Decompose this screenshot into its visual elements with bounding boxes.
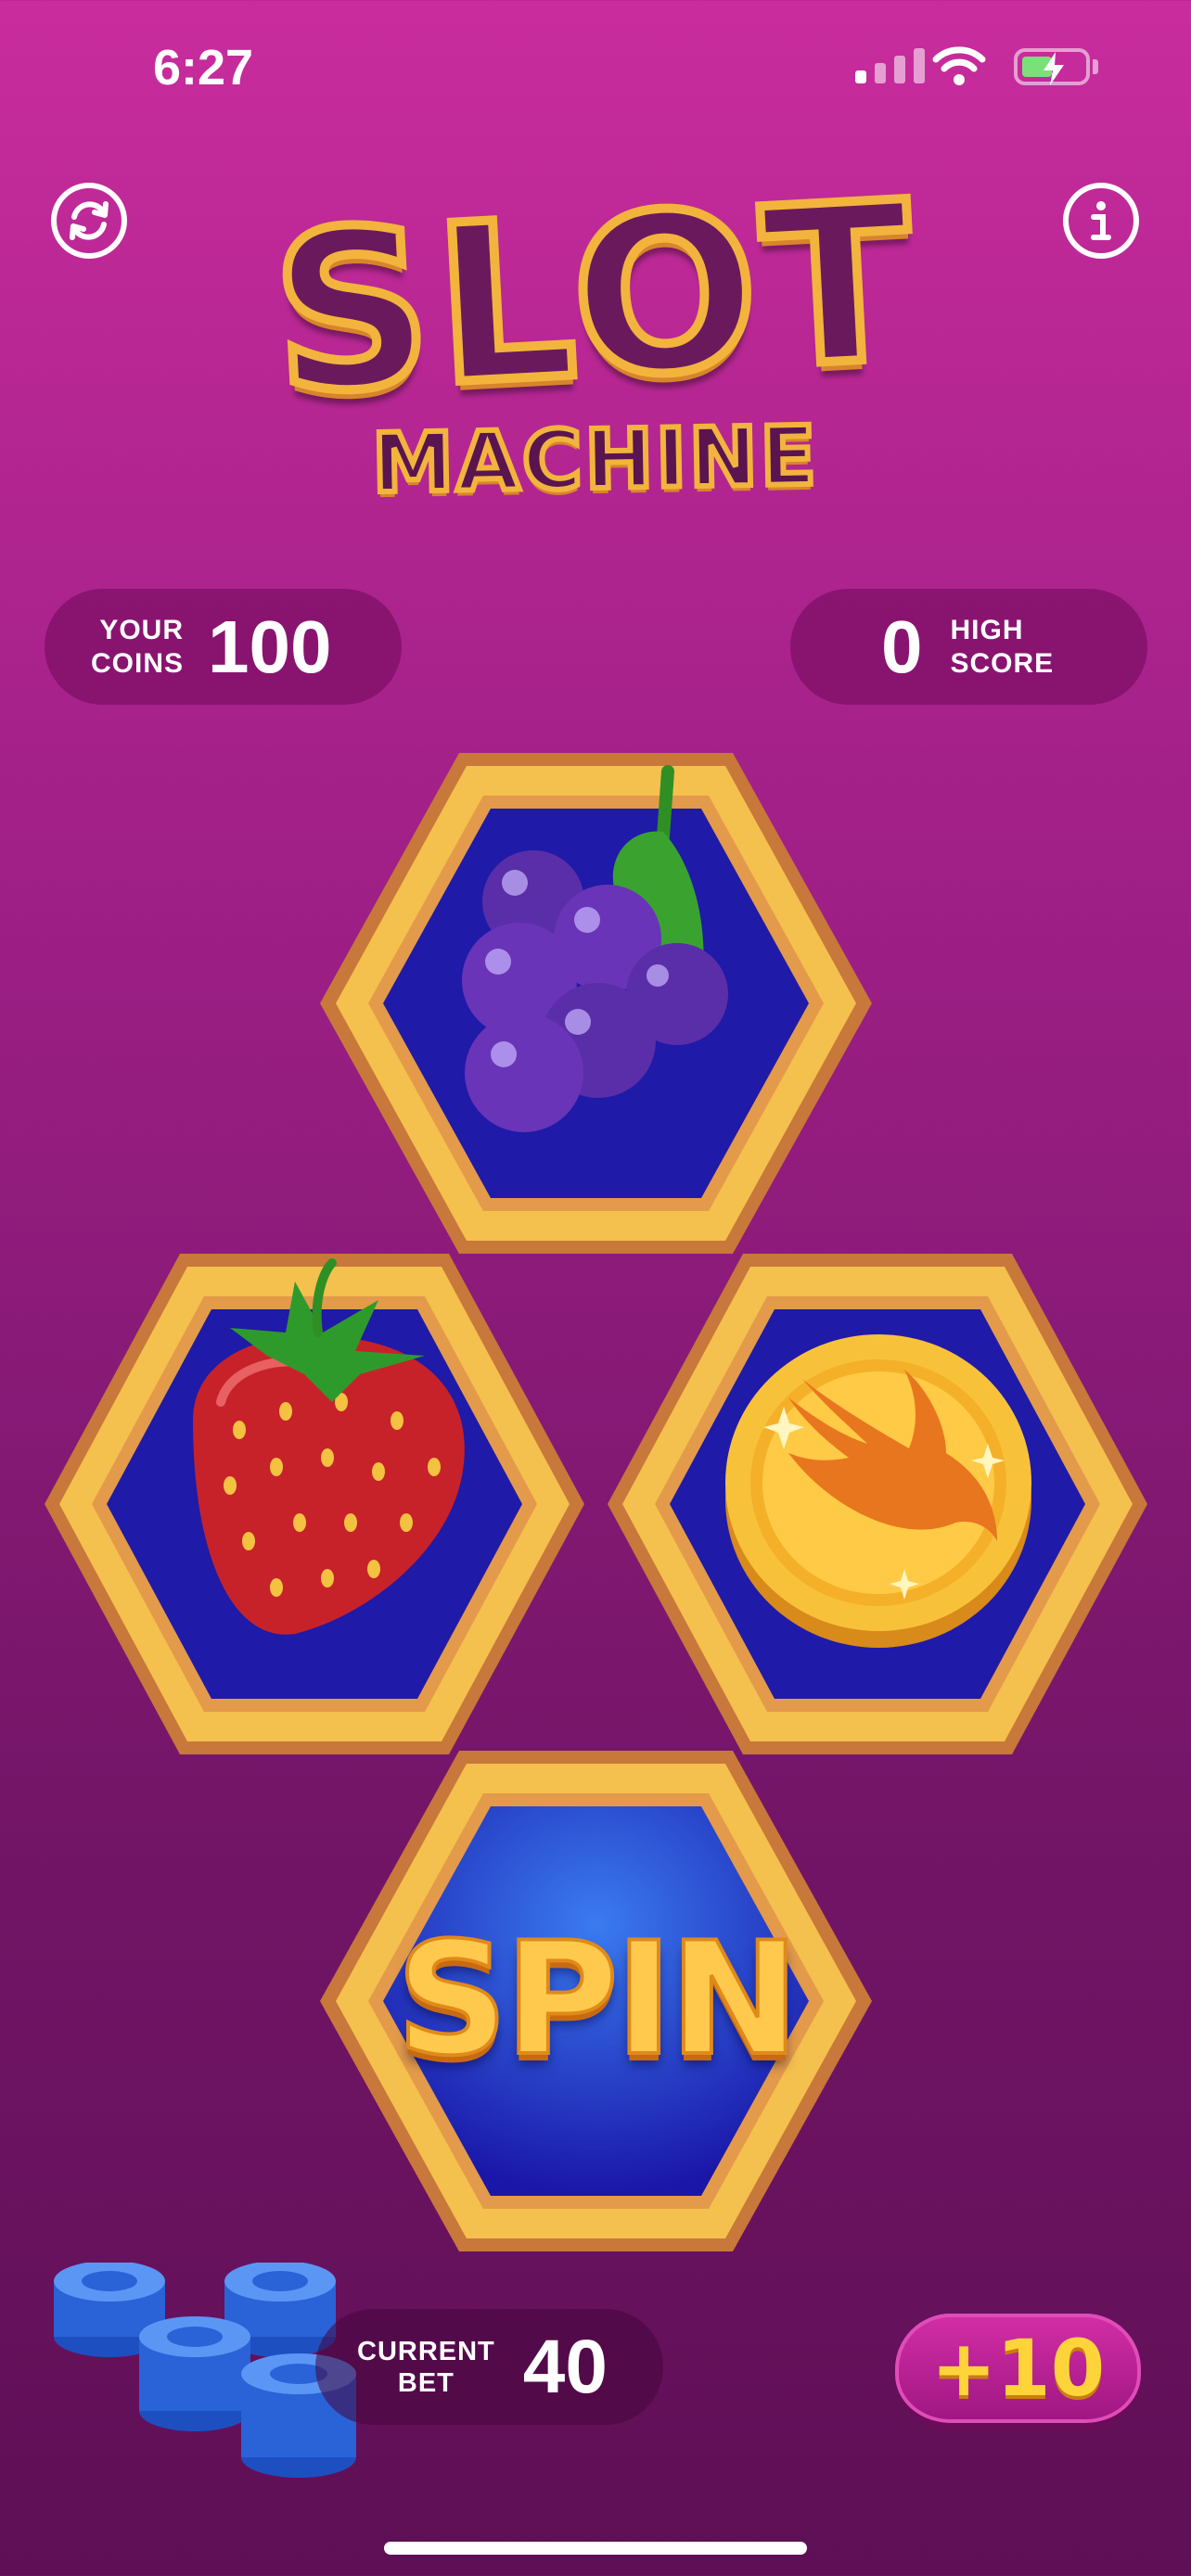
bet-label-line1: CURRENT bbox=[357, 2336, 495, 2366]
strawberry-icon bbox=[193, 1258, 465, 1635]
swift-coin-icon bbox=[725, 1334, 1031, 1648]
home-indicator bbox=[384, 2542, 807, 2555]
wifi-icon bbox=[932, 45, 986, 90]
cellular-signal-icon bbox=[855, 48, 925, 83]
reel-top bbox=[320, 753, 872, 1254]
high-score-counter: 0 HIGH SCORE bbox=[790, 589, 1147, 705]
logo-title: SLOT bbox=[263, 151, 928, 447]
battery-cap bbox=[1093, 59, 1098, 74]
coins-label-line1: YOUR bbox=[99, 614, 185, 645]
coins-counter: YOUR COINS 100 bbox=[45, 589, 402, 705]
reel-left bbox=[45, 1254, 584, 1754]
spin-button[interactable]: SPIN bbox=[320, 1751, 872, 2251]
coins-label-line2: COINS bbox=[91, 647, 185, 679]
high-score-label-line1: HIGH bbox=[950, 614, 1024, 645]
current-bet: CURRENT BET 40 bbox=[315, 2309, 663, 2425]
high-score-label-line2: SCORE bbox=[950, 647, 1055, 679]
battery-icon bbox=[1014, 48, 1090, 85]
coins-value: 100 bbox=[208, 605, 332, 688]
spin-label: SPIN bbox=[394, 1906, 801, 2092]
bet-value: 40 bbox=[522, 2324, 608, 2409]
increase-bet-button[interactable]: +10 bbox=[895, 2314, 1141, 2430]
bet-label-line2: BET bbox=[397, 2367, 455, 2398]
high-score-value: 0 bbox=[881, 605, 923, 688]
grapes-icon bbox=[462, 765, 728, 1132]
reel-right bbox=[608, 1254, 1147, 1754]
status-time: 6:27 bbox=[153, 40, 254, 96]
